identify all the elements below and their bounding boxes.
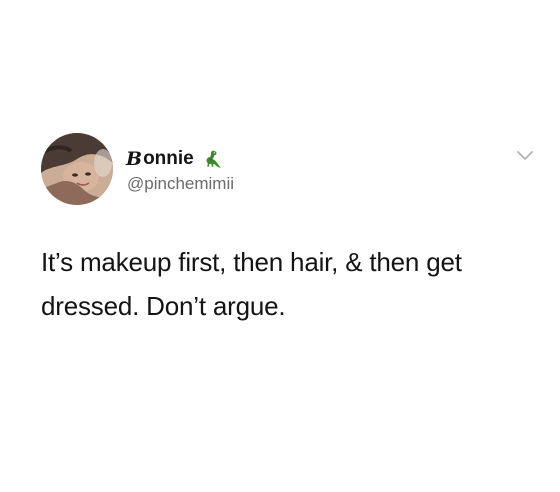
user-handle[interactable]: @pinchemimii — [127, 173, 234, 195]
profile-photo — [41, 133, 113, 205]
display-name-initial: B — [126, 148, 143, 170]
tweet-text: It’s makeup first, then hair, & then get… — [41, 247, 462, 321]
display-name-text: onnie — [143, 148, 194, 169]
chevron-down-icon[interactable] — [516, 150, 534, 162]
avatar[interactable] — [41, 133, 113, 205]
tweet-card: Bonnie @pinchemimii It’s makeup first, t… — [0, 0, 560, 492]
dinosaur-icon — [200, 148, 222, 170]
display-name[interactable]: Bonnie — [126, 148, 222, 170]
